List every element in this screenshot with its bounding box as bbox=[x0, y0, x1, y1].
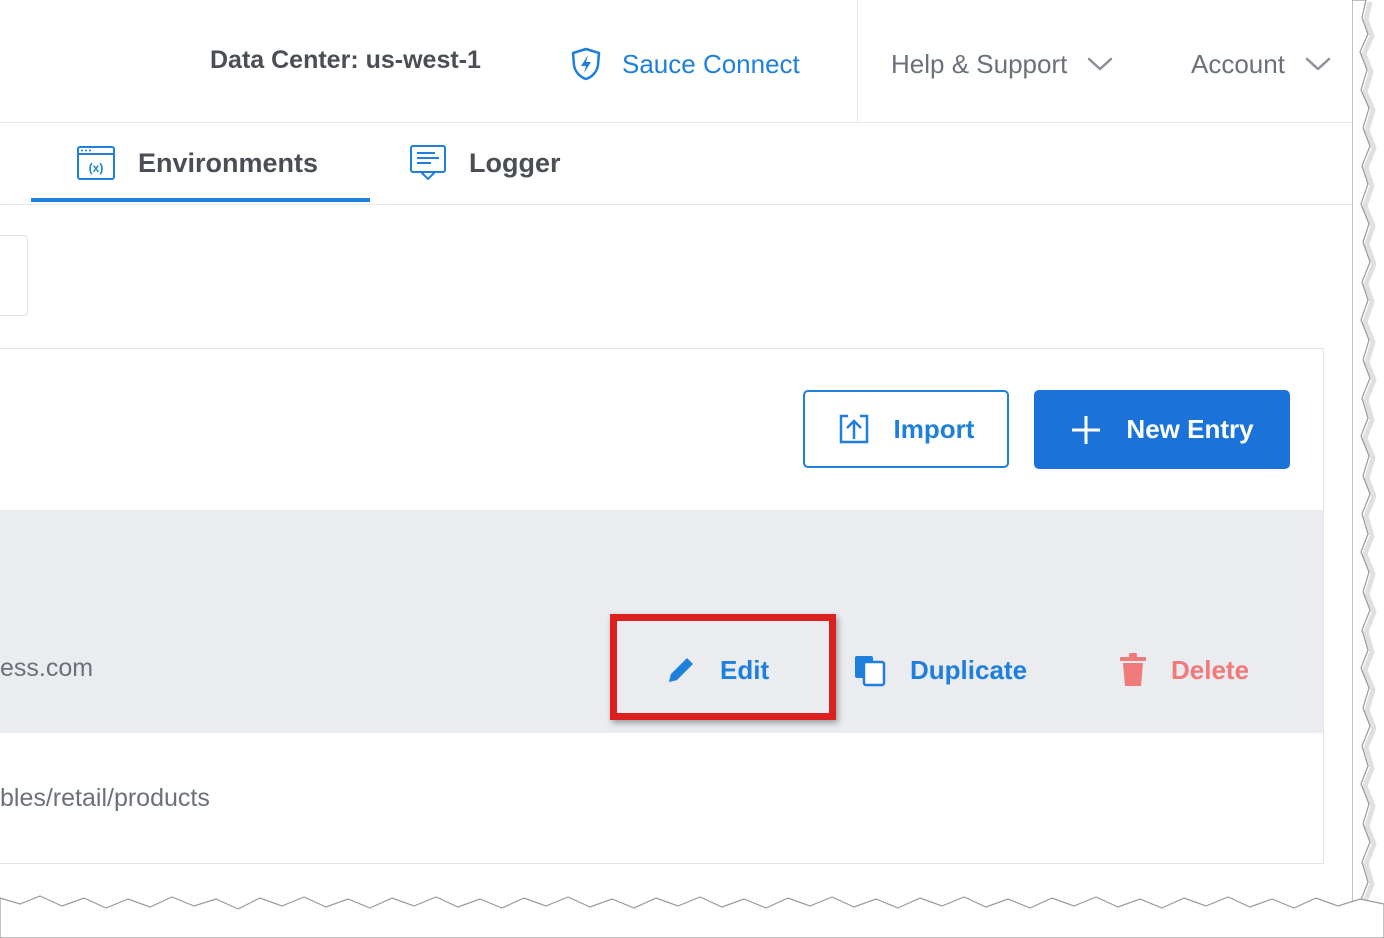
upload-icon bbox=[838, 413, 870, 445]
row-value: bles/retail/products bbox=[0, 784, 210, 812]
account-menu[interactable]: Account bbox=[1191, 46, 1331, 82]
duplicate-label: Duplicate bbox=[910, 654, 1028, 685]
edit-button[interactable]: Edit bbox=[664, 650, 769, 690]
log-board-icon bbox=[409, 144, 447, 182]
tab-environments[interactable]: (x) Environments bbox=[76, 122, 318, 204]
table-row-highlighted bbox=[0, 510, 1323, 733]
data-center-label: Data Center: us-west-1 bbox=[210, 46, 481, 74]
tab-bar: (x) Environments Logger bbox=[0, 122, 1362, 205]
delete-label: Delete bbox=[1171, 654, 1250, 685]
top-navigation-bar: Data Center: us-west-1 Sauce Connect Hel… bbox=[0, 0, 1362, 123]
import-label: Import bbox=[893, 413, 975, 444]
filter-input[interactable] bbox=[0, 235, 28, 316]
sauce-connect-label: Sauce Connect bbox=[622, 48, 800, 79]
trash-icon bbox=[1117, 652, 1149, 688]
row-value: ess.com bbox=[0, 654, 94, 682]
pencil-icon bbox=[664, 653, 698, 687]
duplicate-button[interactable]: Duplicate bbox=[852, 650, 1027, 690]
import-button[interactable]: Import bbox=[803, 390, 1009, 468]
active-tab-indicator bbox=[31, 198, 370, 202]
screenshot-page: Data Center: us-west-1 Sauce Connect Hel… bbox=[0, 0, 1384, 938]
chevron-down-icon bbox=[1087, 56, 1113, 72]
chevron-down-icon bbox=[1305, 56, 1331, 72]
variable-window-icon: (x) bbox=[76, 145, 116, 181]
plus-icon bbox=[1070, 414, 1102, 446]
header-divider bbox=[857, 0, 858, 122]
tab-environments-label: Environments bbox=[138, 147, 319, 178]
delete-button[interactable]: Delete bbox=[1117, 650, 1249, 690]
new-entry-button[interactable]: New Entry bbox=[1034, 390, 1290, 469]
tab-logger-label: Logger bbox=[469, 147, 561, 178]
tab-logger[interactable]: Logger bbox=[409, 122, 561, 204]
help-support-label: Help & Support bbox=[891, 48, 1068, 79]
help-support-menu[interactable]: Help & Support bbox=[891, 46, 1113, 82]
sauce-connect-link[interactable]: Sauce Connect bbox=[570, 46, 800, 82]
copy-icon bbox=[852, 653, 888, 687]
torn-edge-bottom bbox=[0, 895, 1384, 938]
svg-text:(x): (x) bbox=[89, 161, 104, 175]
new-entry-label: New Entry bbox=[1126, 414, 1254, 444]
torn-edge-right bbox=[1352, 0, 1377, 938]
shield-bolt-icon bbox=[570, 47, 602, 81]
account-label: Account bbox=[1191, 48, 1285, 79]
edit-label: Edit bbox=[720, 654, 770, 685]
